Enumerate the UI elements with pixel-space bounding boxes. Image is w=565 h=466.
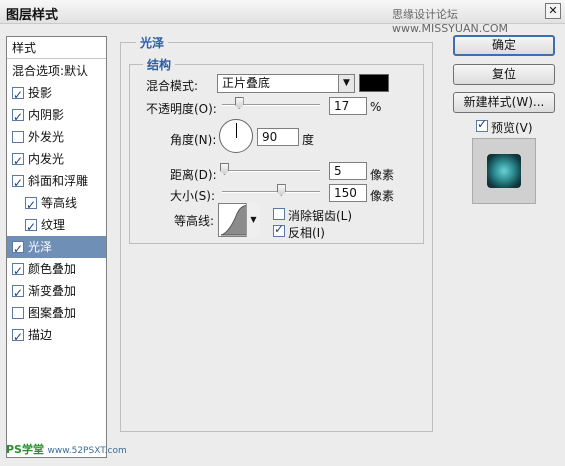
contour-curve-icon [220, 204, 248, 236]
sidebar-item[interactable]: 斜面和浮雕 [7, 170, 106, 194]
sidebar-item[interactable]: 图案叠加 [7, 302, 106, 324]
sidebar-item-checkbox[interactable] [25, 216, 37, 238]
sidebar-item-checkbox[interactable] [12, 131, 24, 143]
distance-label: 距离(D): [170, 168, 217, 182]
preview-thumbnail [487, 154, 521, 188]
sidebar-item[interactable]: 外发光 [7, 126, 106, 148]
sidebar-item[interactable]: 渐变叠加 [7, 280, 106, 304]
satin-group-title: 光泽 [136, 34, 169, 51]
watermark-bottom: PS学堂 www.52PSXT.com [6, 441, 127, 457]
dialog-title: 图层样式 [6, 8, 59, 23]
opacity-label: 不透明度(O): [146, 102, 217, 116]
sidebar-item-label: 内阴影 [28, 108, 65, 122]
sidebar-item-checkbox[interactable] [12, 106, 24, 128]
sidebar-item-checkbox[interactable] [12, 150, 24, 172]
sidebar-item-label: 外发光 [28, 130, 65, 144]
blend-mode-value: 正片叠底 [222, 76, 271, 90]
sidebar-item-label: 光泽 [28, 240, 53, 254]
reset-button[interactable]: 复位 [453, 64, 555, 85]
size-slider-track[interactable] [222, 191, 320, 193]
sidebar-item[interactable]: 混合选项:默认 [7, 60, 106, 82]
sidebar-item-checkbox[interactable] [12, 307, 24, 319]
style-preview [472, 138, 536, 204]
contour-dropdown-icon[interactable]: ▼ [246, 203, 260, 237]
distance-input[interactable]: 5 [329, 162, 367, 180]
blend-color-swatch[interactable] [359, 74, 389, 92]
sidebar-item-label: 内发光 [28, 152, 65, 166]
sidebar-item[interactable]: 纹理 [7, 214, 106, 238]
antialias-checkbox[interactable] [273, 208, 285, 220]
sidebar-item-checkbox[interactable] [12, 282, 24, 304]
blend-mode-label: 混合模式: [146, 79, 199, 93]
angle-label: 角度(N): [170, 133, 217, 147]
contour-label: 等高线: [174, 214, 215, 228]
sidebar-item-label: 投影 [28, 86, 53, 100]
angle-dial[interactable] [219, 119, 253, 153]
sidebar-item[interactable]: 描边 [7, 324, 106, 348]
size-unit: 像素 [370, 189, 395, 203]
sidebar-item-label: 等高线 [41, 196, 78, 210]
sidebar-item-label: 渐变叠加 [28, 284, 77, 298]
chevron-down-icon[interactable]: ▼ [338, 75, 354, 92]
watermark-top: 思缘设计论坛 www.MISSYUAN.COM [392, 8, 509, 35]
blend-mode-select[interactable]: 正片叠底 ▼ [217, 74, 355, 93]
sidebar-item-checkbox[interactable] [12, 326, 24, 348]
sidebar-item-checkbox[interactable] [12, 84, 24, 106]
watermark-brand: PS学堂 [6, 443, 44, 456]
sidebar-item-label: 纹理 [41, 218, 66, 232]
sidebar-item[interactable]: 投影 [7, 82, 106, 106]
sidebar-item-label: 颜色叠加 [28, 262, 77, 276]
preview-label[interactable]: 预览(V) [491, 119, 533, 136]
sidebar-item[interactable]: 颜色叠加 [7, 258, 106, 282]
sidebar-item[interactable]: 内阴影 [7, 104, 106, 128]
close-button[interactable]: ✕ [545, 3, 561, 19]
watermark-site: www.52PSXT.com [47, 446, 127, 456]
new-style-button[interactable]: 新建样式(W)... [453, 92, 555, 113]
opacity-unit: % [370, 100, 382, 114]
size-input[interactable]: 150 [329, 184, 367, 202]
style-list-header[interactable]: 样式 [7, 37, 106, 59]
angle-dial-needle [236, 123, 237, 138]
sidebar-item-label: 描边 [28, 328, 53, 342]
sidebar-item[interactable]: 光泽 [7, 236, 106, 260]
antialias-label[interactable]: 消除锯齿(L) [288, 207, 352, 224]
sidebar-item[interactable]: 内发光 [7, 148, 106, 172]
structure-group-title: 结构 [143, 56, 176, 73]
style-list: 样式 混合选项:默认投影内阴影外发光内发光斜面和浮雕等高线纹理光泽颜色叠加渐变叠… [6, 36, 107, 458]
sidebar-item-label: 混合选项:默认 [12, 64, 89, 78]
distance-slider-track[interactable] [222, 170, 320, 172]
sidebar-item-label: 斜面和浮雕 [28, 174, 89, 188]
opacity-input[interactable]: 17 [329, 97, 367, 115]
sidebar-item-checkbox[interactable] [12, 172, 24, 194]
distance-unit: 像素 [370, 168, 395, 182]
sidebar-item[interactable]: 等高线 [7, 192, 106, 216]
sidebar-item-checkbox[interactable] [25, 194, 37, 216]
invert-label[interactable]: 反相(I) [288, 224, 325, 241]
invert-checkbox[interactable] [273, 222, 285, 237]
angle-unit: 度 [302, 133, 315, 147]
ok-button[interactable]: 确定 [453, 35, 555, 56]
sidebar-item-checkbox[interactable] [12, 260, 24, 282]
sidebar-item-label: 图案叠加 [28, 306, 77, 320]
preview-checkbox[interactable] [476, 117, 488, 132]
sidebar-item-checkbox[interactable] [12, 238, 24, 260]
size-label: 大小(S): [170, 189, 216, 203]
angle-input[interactable]: 90 [257, 128, 299, 146]
